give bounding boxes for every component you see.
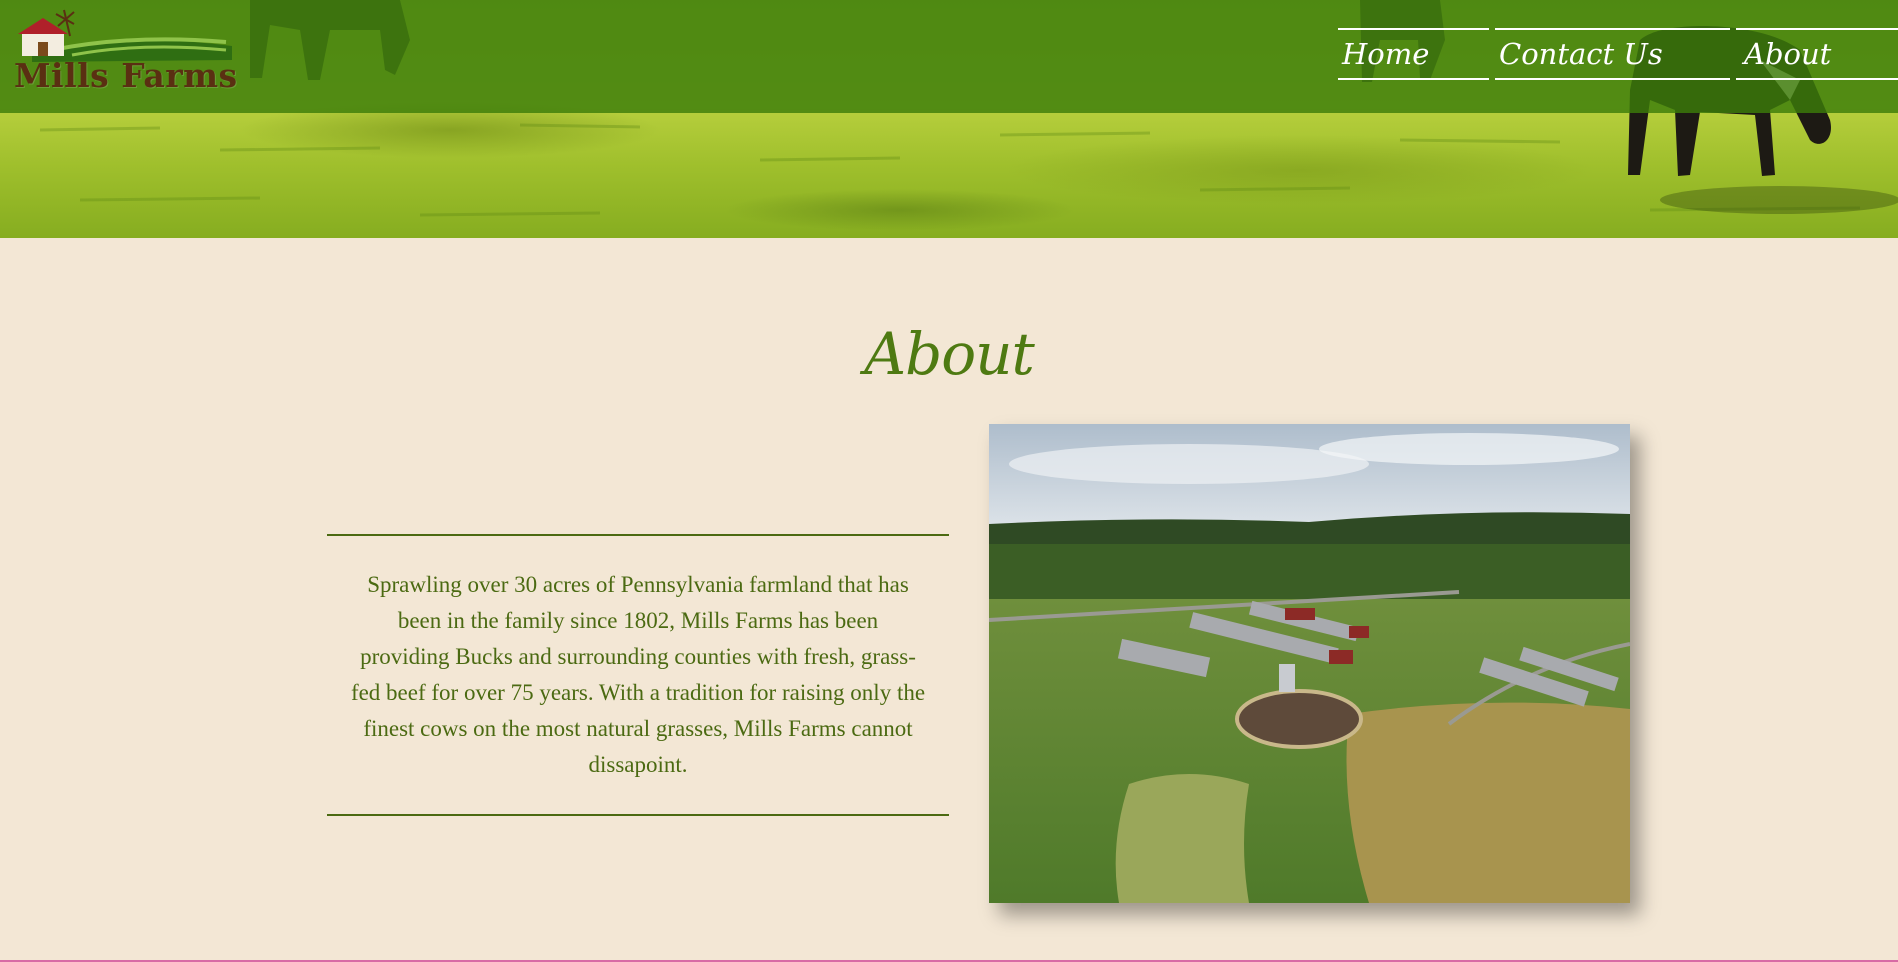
nav-home-link[interactable]: Home — [1338, 28, 1489, 80]
main-nav: Home Contact Us About — [1332, 28, 1898, 80]
hero-banner: Mills Farms Home Contact Us About — [0, 0, 1898, 238]
nav-about-link[interactable]: About — [1736, 28, 1898, 80]
about-description: Sprawling over 30 acres of Pennsylvania … — [350, 572, 926, 777]
about-heading: About — [864, 320, 1035, 388]
logo-text: Mills Farms — [14, 56, 238, 95]
site-logo[interactable]: Mills Farms — [12, 8, 242, 98]
nav-contact-link[interactable]: Contact Us — [1495, 28, 1730, 80]
about-text-block: Sprawling over 30 acres of Pennsylvania … — [327, 534, 949, 816]
farm-aerial-photo — [989, 424, 1630, 903]
farm-photo-illustration — [989, 424, 1630, 903]
